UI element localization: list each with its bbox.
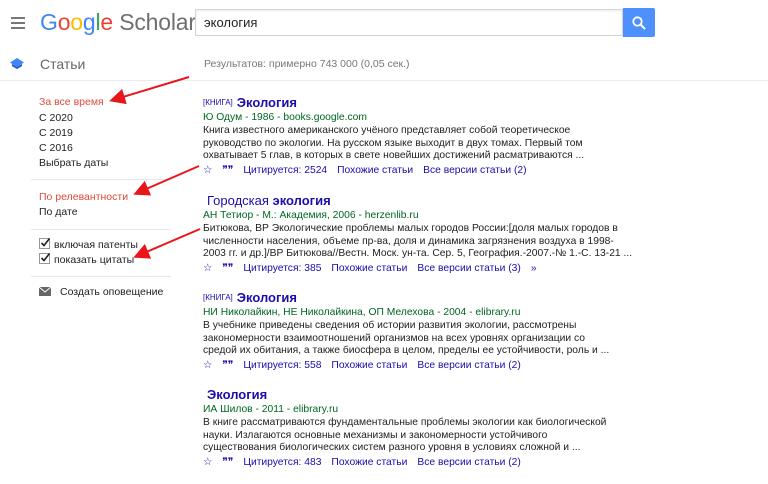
library-search-icon[interactable]: »: [531, 263, 537, 274]
save-star-icon[interactable]: ☆: [203, 165, 212, 176]
all-versions-link[interactable]: Все версии статьи (2): [417, 457, 520, 468]
result-source: Ю Одум - 1986 - books.google.com: [203, 112, 367, 123]
sort-by-date[interactable]: По дате: [39, 206, 78, 218]
annotation-arrow: [133, 228, 201, 259]
time-filter-2019[interactable]: С 2019: [39, 127, 73, 139]
result-type-tag: [КНИГА]: [203, 98, 233, 107]
result-snippet-line: средой их обитания, а также биосфера в ц…: [203, 345, 610, 356]
cited-by-link[interactable]: Цитируется: 483: [243, 457, 321, 468]
result-snippet-line: закономерности взаимоотношений организмо…: [203, 332, 586, 344]
hamburger-menu-icon[interactable]: [11, 17, 25, 29]
result-title-link[interactable]: Городская экология: [203, 193, 623, 209]
result-snippet-line: В книге рассматриваются фундаментальные …: [203, 417, 607, 428]
result-snippet-line: численности населения, объеме пр-ва, дол…: [203, 235, 614, 247]
show-citations-label: показать цитаты: [54, 254, 135, 266]
search-result: Городская экология АН Тетиор - М.: Акаде…: [203, 193, 633, 276]
save-star-icon[interactable]: ☆: [203, 457, 212, 468]
related-articles-link[interactable]: Похожие статьи: [337, 165, 413, 176]
cite-quote-icon[interactable]: ❞❞: [222, 263, 233, 274]
sidebar-divider: [31, 276, 171, 277]
result-title-text: Экология: [236, 95, 297, 110]
logo-letter: g: [82, 9, 96, 35]
logo-letter: o: [70, 9, 83, 35]
result-snippet-line: В учебнике приведены сведения об истории…: [203, 320, 577, 331]
related-articles-link[interactable]: Похожие статьи: [331, 360, 407, 371]
section-label[interactable]: Статьи: [40, 56, 85, 72]
checkbox-icon: [39, 238, 51, 249]
cite-quote-icon[interactable]: ❞❞: [222, 457, 233, 468]
include-patents-label: включая патенты: [54, 239, 138, 251]
result-source: АН Тетиор - М.: Академия, 2006 - herzenl…: [203, 210, 419, 221]
sort-by-relevance[interactable]: По релевантности: [39, 191, 128, 203]
result-snippet-line: существования биологических систем разно…: [203, 442, 581, 453]
result-title-link[interactable]: Экология: [203, 387, 623, 403]
result-title-text: Экология: [207, 387, 268, 402]
result-snippet-line: науки. Излагаются основные механизмы и з…: [203, 429, 548, 441]
cite-quote-icon[interactable]: ❞❞: [222, 165, 233, 176]
result-title-plain: Городская: [207, 193, 273, 208]
result-title-link[interactable]: [КНИГА] Экология: [203, 95, 623, 111]
result-snippet-line: Книга известного американского учёного п…: [203, 125, 571, 136]
logo-letter: e: [100, 9, 113, 35]
logo-letter: G: [40, 9, 58, 35]
save-star-icon[interactable]: ☆: [203, 263, 212, 274]
result-snippet-line: руководство по экологии. На русском язык…: [203, 137, 583, 149]
mail-icon: [39, 287, 51, 296]
all-versions-link[interactable]: Все версии статьи (2): [417, 360, 520, 371]
checkbox-icon: [39, 253, 51, 264]
result-source: ИА Шилов - 2011 - elibrary.ru: [203, 404, 339, 415]
all-versions-link[interactable]: Все версии статьи (3): [417, 263, 520, 274]
result-title-text: экология: [272, 193, 331, 208]
sidebar-divider: [31, 229, 171, 230]
show-citations-checkbox[interactable]: показать цитаты: [39, 253, 134, 266]
search-result: [КНИГА] Экология Ю Одум - 1986 - books.go…: [203, 95, 623, 178]
result-snippet-line: охватывает 5 глав, в которых в свете нов…: [203, 150, 585, 161]
results-stats: Результатов: примерно 743 000 (0,05 сек.…: [204, 58, 410, 70]
header: Google Scholar: [0, 0, 768, 46]
google-scholar-logo[interactable]: Google Scholar: [40, 8, 196, 36]
cite-quote-icon[interactable]: ❞❞: [222, 360, 233, 371]
create-alert-label: Создать оповещение: [60, 286, 164, 298]
result-title-link[interactable]: [КНИГА] Экология: [203, 290, 623, 306]
search-input[interactable]: [196, 10, 622, 35]
create-alert-link[interactable]: Создать оповещение: [39, 286, 163, 298]
logo-scholar-word: Scholar: [119, 9, 196, 35]
time-filter-2020[interactable]: С 2020: [39, 112, 73, 124]
result-snippet-line: Битюкова, ВР Экологические проблемы малы…: [203, 223, 618, 234]
logo-letter: o: [57, 9, 71, 35]
result-links: ☆ ❞❞ Цитируется: 385 Похожие статьи Все верс…: [203, 262, 623, 276]
time-filter-2016[interactable]: С 2016: [39, 142, 73, 154]
include-patents-checkbox[interactable]: включая патенты: [39, 238, 138, 251]
cited-by-link[interactable]: Цитируется: 2524: [243, 165, 327, 176]
result-links: ☆ ❞❞ Цитируется: 558 Похожие статьи Все верс…: [203, 359, 623, 373]
save-star-icon[interactable]: ☆: [203, 360, 212, 371]
result-snippet-line: 2003 гг. и др.]/ВР Битюкова//Вестн. Моск…: [203, 248, 633, 259]
articles-icon: [10, 58, 24, 69]
search-result: [КНИГА] Экология НИ Николайкин, НЕ Никола…: [203, 290, 623, 373]
result-type-tag: [КНИГА]: [203, 293, 233, 302]
time-filter-any[interactable]: За все время: [39, 96, 104, 108]
result-links: ☆ ❞❞ Цитируется: 483 Похожие статьи Все верс…: [203, 456, 623, 470]
result-title-text: Экология: [236, 290, 297, 305]
result-links: ☆ ❞❞ Цитируется: 2524 Похожие статьи Все вер…: [203, 164, 623, 178]
all-versions-link[interactable]: Все версии статьи (2): [423, 165, 526, 176]
sidebar-divider: [31, 179, 171, 180]
subbar: Статьи Результатов: примерно 743 000 (0,…: [0, 50, 768, 81]
custom-date-range[interactable]: Выбрать даты: [39, 157, 108, 169]
cited-by-link[interactable]: Цитируется: 558: [243, 360, 321, 371]
search-button[interactable]: [623, 8, 655, 37]
search-icon: [632, 16, 646, 30]
related-articles-link[interactable]: Похожие статьи: [331, 263, 407, 274]
search-box[interactable]: [195, 9, 623, 36]
related-articles-link[interactable]: Похожие статьи: [331, 457, 407, 468]
cited-by-link[interactable]: Цитируется: 385: [243, 263, 321, 274]
result-source: НИ Николайкин, НЕ Николайкина, ОП Мелехо…: [203, 307, 521, 318]
search-result: Экология ИА Шилов - 2011 - elibrary.ru В…: [203, 387, 623, 470]
